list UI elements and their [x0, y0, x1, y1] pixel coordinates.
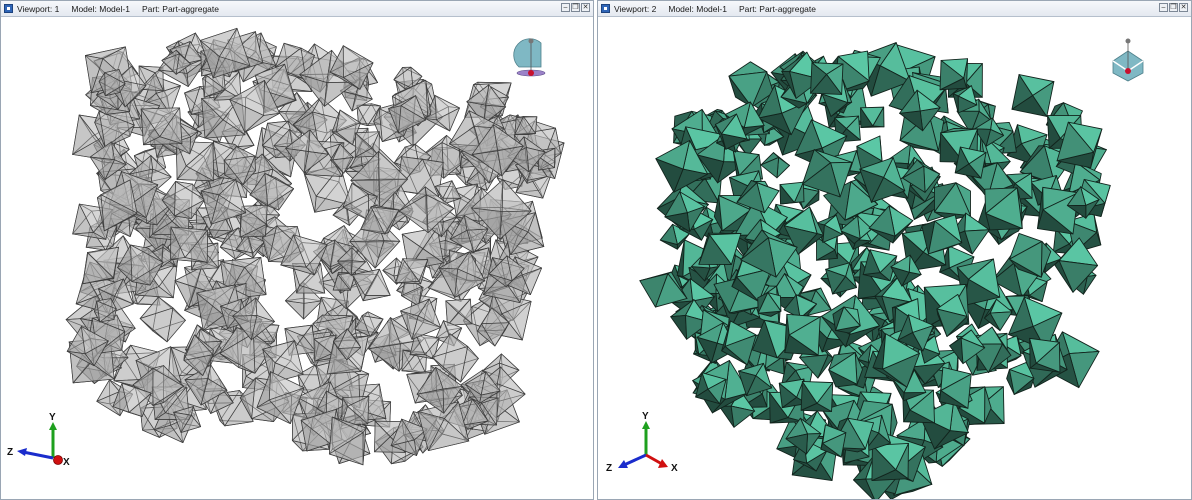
restore-icon[interactable]: ❐: [1169, 3, 1178, 12]
viewport-2-titlebar[interactable]: Viewport: 2 Model: Model-1 Part: Part-ag…: [598, 1, 1191, 17]
aggregate-particle: [860, 106, 885, 128]
model-label: Model: Model-1: [71, 3, 130, 14]
aggregate-particle: [939, 366, 972, 409]
view-orientation-icon[interactable]: [1112, 38, 1144, 82]
aggregate-particle: [94, 298, 117, 323]
aggregate-particle: [354, 131, 380, 158]
aggregate-particle: [862, 249, 898, 282]
viewport-2-window[interactable]: Viewport: 2 Model: Model-1 Part: Part-ag…: [597, 0, 1192, 500]
aggregate-particle: [1011, 74, 1055, 117]
viewport-label: Viewport: 1: [17, 3, 60, 14]
aggregate-particle: [984, 187, 1023, 231]
axis-x-label: X: [671, 463, 678, 474]
aggregate-particle: [82, 246, 119, 285]
aggregate-particle: [800, 381, 834, 412]
axis-y-label: Y: [49, 412, 56, 423]
axis-y-label: Y: [642, 411, 649, 422]
viewport-window-icon: [4, 4, 13, 13]
axis-triad-icon: X Y Z: [7, 412, 70, 468]
view-orientation-icon[interactable]: [513, 38, 546, 77]
aggregate-particle: [760, 152, 790, 179]
viewport-window-icon: [601, 4, 610, 13]
aggregate-particle: [757, 292, 782, 317]
minimize-icon[interactable]: –: [1159, 3, 1168, 12]
aggregate-group: [65, 27, 565, 466]
close-icon[interactable]: ✕: [581, 3, 590, 12]
model-canvas[interactable]: X Y Z: [598, 17, 1191, 499]
part-label: Part: Part-aggregate: [738, 3, 816, 14]
close-icon[interactable]: ✕: [1179, 3, 1188, 12]
aggregate-particle: [514, 116, 538, 135]
aggregate-particle: [810, 62, 844, 95]
axis-triad-icon: X Y Z: [606, 411, 678, 474]
aggregate-particle: [170, 226, 208, 263]
aggregate-particle: [140, 107, 183, 146]
aggregate-particle: [871, 442, 909, 482]
model-canvas[interactable]: X Y Z: [1, 17, 593, 499]
part-label: Part: Part-aggregate: [141, 3, 219, 14]
aggregate-particle: [341, 395, 370, 426]
aggregate-group: [639, 42, 1111, 499]
model-label: Model: Model-1: [668, 3, 727, 14]
aggregate-particle: [1036, 186, 1079, 235]
restore-icon[interactable]: ❐: [571, 3, 580, 12]
aggregate-particle: [784, 313, 821, 356]
aggregate-particle: [828, 352, 863, 388]
axis-x-label: X: [63, 457, 70, 468]
viewport-1-window[interactable]: Viewport: 1 Model: Model-1 Part: Part-ag…: [0, 0, 594, 500]
axis-z-label: Z: [7, 447, 13, 458]
axis-z-label: Z: [606, 463, 612, 474]
aggregate-particle: [445, 298, 473, 326]
aggregate-particle: [939, 58, 969, 91]
aggregate-particle: [779, 181, 805, 205]
viewport-label: Viewport: 2: [614, 3, 657, 14]
minimize-icon[interactable]: –: [561, 3, 570, 12]
aggregate-particle: [1029, 337, 1061, 373]
aggregate-particle: [954, 146, 987, 179]
viewport-1-titlebar[interactable]: Viewport: 1 Model: Model-1 Part: Part-ag…: [1, 1, 593, 17]
